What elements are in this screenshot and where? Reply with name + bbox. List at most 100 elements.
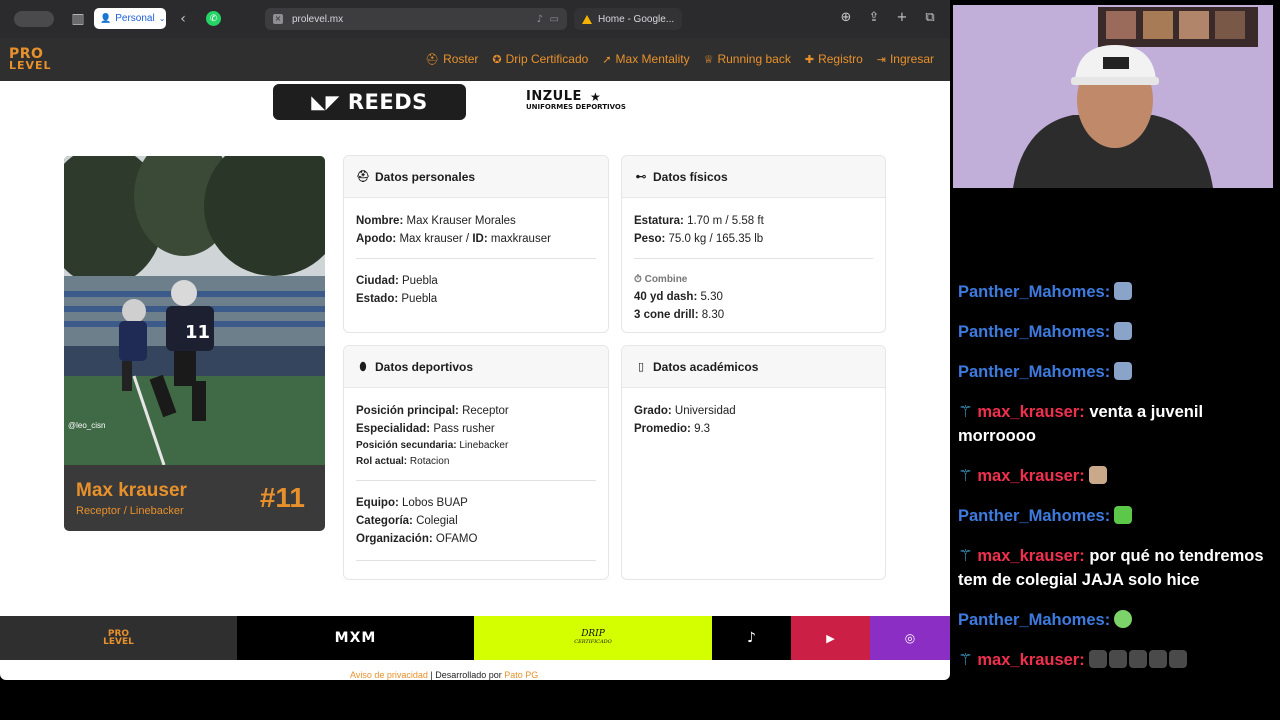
window-controls[interactable]	[14, 11, 54, 27]
chat-message: ⚚ max_krauser:	[958, 648, 1273, 672]
badge-icon: ✪	[492, 52, 502, 66]
field-estatura: Estatura: 1.70 m / 5.58 ft	[634, 215, 764, 227]
player-number: #11	[259, 482, 305, 513]
player-photo: 11 @leo_cisn	[64, 156, 325, 465]
field-estado: Estado: Puebla	[356, 293, 438, 305]
person-icon: 👤	[100, 13, 112, 24]
download-icon[interactable]: ⊕	[838, 9, 854, 25]
new-tab-icon[interactable]: +	[894, 9, 910, 25]
chat-username: Panther_Mahomes:	[958, 323, 1111, 341]
developer-link[interactable]: Pato PG	[504, 670, 538, 680]
user-plus-icon: ✚	[804, 52, 815, 66]
cast-icon[interactable]: ▭	[550, 14, 559, 25]
nav-ingresar[interactable]: ⇥ Ingresar	[877, 52, 934, 66]
chat-username: max_krauser:	[977, 467, 1085, 485]
whatsapp-icon[interactable]: ✆	[206, 11, 221, 26]
field-apodo: Apodo: Max krauser / ID: maxkrauser	[356, 233, 551, 245]
footer-drip-link[interactable]: DRIP CERTIFICADO	[474, 616, 712, 660]
speaker-icon[interactable]: ♪	[537, 14, 543, 25]
card-datos-academicos: ▯ Datos académicos Grado: Universidad Pr…	[621, 345, 886, 580]
emote-icon	[1114, 322, 1133, 340]
sidebar-toggle-icon[interactable]: ▥	[68, 9, 88, 29]
football-icon: ⬮	[359, 359, 367, 373]
chat-username: max_krauser:	[977, 547, 1085, 565]
nav-max-mentality[interactable]: ➚ Max Mentality	[602, 52, 689, 66]
share-icon[interactable]: ⇪	[866, 9, 882, 25]
sponsor-reeds-logo[interactable]: ◣◤ REEDS	[273, 84, 466, 120]
divider	[356, 480, 596, 481]
field-categoria: Categoría: Colegial	[356, 515, 458, 527]
prolevel-logo[interactable]: PRO LEVEL	[9, 47, 69, 72]
tab-overview-icon[interactable]: ⧉	[922, 9, 938, 25]
profile-switcher[interactable]: 👤 Personal ⌄	[94, 8, 166, 29]
field-grado: Grado: Universidad	[634, 405, 736, 417]
chevron-down-icon: ⌄	[158, 14, 166, 23]
wand-badge-icon: ⚚	[958, 402, 973, 421]
browser-window: ▥ 👤 Personal ⌄ ‹ ✆ × prolevel.mx ♪ ▭ Hom…	[0, 0, 950, 680]
emote-icon	[1114, 610, 1133, 628]
card-header: ⊷ Datos físicos	[622, 156, 885, 198]
tab-prolevel[interactable]: × prolevel.mx ♪ ▭	[265, 8, 567, 30]
emote-icon	[1114, 506, 1133, 524]
chat-message: ⚚ max_krauser:	[958, 464, 1273, 488]
chat-username: Panther_Mahomes:	[958, 507, 1111, 525]
field-promedio: Promedio: 9.3	[634, 423, 711, 435]
chat-message: Panther_Mahomes:	[958, 280, 1273, 304]
card-header: ⛑ Datos personales	[344, 156, 608, 198]
sponsor-inzule-logo[interactable]: INZULE UNIFORMES DEPORTIVOS ★	[526, 90, 636, 116]
player-position: Receptor / Linebacker	[76, 505, 184, 517]
chat-username: Panther_Mahomes:	[958, 611, 1111, 629]
chat-message: Panther_Mahomes:	[958, 608, 1273, 632]
helmet-icon: ⛑	[425, 52, 440, 66]
footer-mxm-link[interactable]: MXM	[237, 616, 474, 660]
player-name: Max krauser	[76, 480, 187, 501]
close-tab-icon[interactable]: ×	[273, 14, 283, 24]
site-navbar: PRO LEVEL ⛑ Roster ✪ Drip Certificado ➚ Max…	[0, 38, 950, 81]
rocket-icon: ➚	[602, 52, 612, 66]
emote-icon	[1114, 362, 1133, 380]
card-datos-fisicos: ⊷ Datos físicos Estatura: 1.70 m / 5.58 …	[621, 155, 886, 333]
footer-prolevel-link[interactable]: PRO LEVEL	[0, 616, 237, 660]
youtube-icon[interactable]: ▶	[791, 616, 870, 660]
chat-username: Panther_Mahomes:	[958, 283, 1111, 301]
login-icon: ⇥	[876, 52, 886, 66]
nav-registro[interactable]: ✚ Registro	[805, 52, 863, 66]
nav-drip-certificado[interactable]: ✪ Drip Certificado	[492, 52, 588, 66]
card-datos-deportivos: ⬮ Datos deportivos Posición principal: R…	[343, 345, 609, 580]
chat-username: max_krauser:	[977, 651, 1085, 669]
photo-credit: @leo_cisn	[68, 421, 106, 430]
nav-running-back[interactable]: ♕ Running back	[704, 52, 791, 66]
nav-roster[interactable]: ⛑ Roster	[425, 52, 478, 66]
field-40yd-dash: 40 yd dash: 5.30	[634, 291, 723, 303]
field-rol-actual: Rol actual: Rotacion	[356, 456, 450, 467]
back-icon[interactable]: ‹	[173, 9, 193, 29]
svg-text:11: 11	[185, 322, 210, 343]
reeds-mark-icon: ◣◤	[311, 91, 340, 113]
divider	[634, 258, 873, 259]
dumbbell-icon: ⊷	[635, 170, 647, 183]
tab-title: Home - Google...	[598, 13, 675, 25]
footer-brand-bar: PRO LEVEL MXM DRIP CERTIFICADO ♪ ▶ ◎	[0, 616, 950, 660]
stopwatch-icon: ⏱	[634, 274, 642, 285]
divider	[356, 258, 596, 259]
screen: ▥ 👤 Personal ⌄ ‹ ✆ × prolevel.mx ♪ ▭ Hom…	[0, 0, 1280, 720]
card-header: ⬮ Datos deportivos	[344, 346, 608, 388]
chat-message: Panther_Mahomes:	[958, 320, 1273, 344]
field-nombre: Nombre: Max Krauser Morales	[356, 215, 516, 227]
webcam-feed	[953, 5, 1273, 188]
instagram-icon[interactable]: ◎	[870, 616, 950, 660]
browser-tab-bar: ▥ 👤 Personal ⌄ ‹ ✆ × prolevel.mx ♪ ▭ Hom…	[0, 0, 950, 38]
tiktok-icon[interactable]: ♪	[712, 616, 791, 660]
wand-badge-icon: ⚚	[958, 546, 973, 565]
chat-message: ⚚ max_krauser: por qué no tendremos tem …	[958, 544, 1273, 592]
tab-google-drive[interactable]: Home - Google...	[574, 8, 682, 30]
emote-icon	[1088, 650, 1107, 668]
profile-page: ◣◤ REEDS INZULE UNIFORMES DEPORTIVOS ★ 1…	[0, 81, 950, 616]
privacy-link[interactable]: Aviso de privacidad	[350, 670, 428, 680]
emote-icon	[1148, 650, 1167, 668]
emote-icon	[1088, 466, 1107, 484]
emote-icon	[1114, 282, 1133, 300]
nav-links: ⛑ Roster ✪ Drip Certificado ➚ Max Mentality…	[425, 52, 934, 66]
wand-badge-icon: ⚚	[958, 650, 973, 669]
emote-icon	[1128, 650, 1147, 668]
